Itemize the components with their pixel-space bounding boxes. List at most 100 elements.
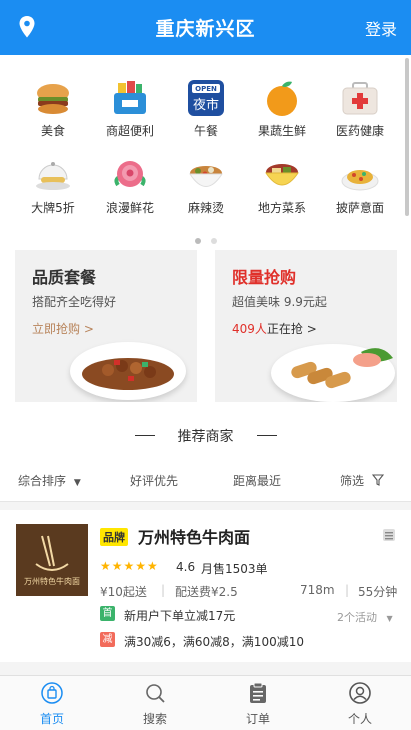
sort-default-dropdown[interactable]: 综合排序 ▼: [18, 472, 81, 489]
category-label: 商超便利: [105, 124, 154, 138]
delivery-time: 55分钟: [358, 585, 398, 599]
city-title[interactable]: 重庆新兴区: [155, 14, 255, 41]
order-list-icon: [250, 682, 266, 703]
medicine-box-icon: [340, 78, 380, 118]
recommend-title: 推荐商家: [177, 429, 234, 445]
min-order: ¥10起送: [100, 585, 147, 599]
new-user-offer: 新用户下单立减17元: [124, 609, 236, 623]
category-pizza-pasta[interactable]: 披萨意面: [325, 155, 395, 216]
category-label: 果蔬生鲜: [257, 124, 306, 138]
tab-search[interactable]: 搜索: [125, 682, 185, 727]
category-fresh[interactable]: 果蔬生鲜: [247, 78, 317, 139]
tab-home[interactable]: 首页: [22, 682, 82, 727]
distance: 718m: [300, 583, 335, 597]
discount-tag: 减: [100, 632, 115, 647]
open-night-market-icon: OPEN 夜市: [186, 78, 226, 118]
category-label: 浪漫鲜花: [105, 201, 154, 215]
page-dot[interactable]: [210, 238, 217, 244]
category-label: 医药健康: [335, 124, 384, 138]
category-grid: 美食 商超便利 OPEN 夜市 午餐 果蔬生鲜 医药健康 大牌5折 浪漫鲜花 麻…: [0, 55, 411, 248]
category-food[interactable]: 美食: [18, 78, 88, 139]
category-medicine[interactable]: 医药健康: [325, 78, 395, 139]
sort-default-label: 综合排序: [18, 474, 67, 488]
dish-cloche-icon: [33, 155, 73, 195]
burger-icon: [33, 78, 73, 118]
grabbing-count: 409人: [232, 322, 267, 336]
tab-profile[interactable]: 个人: [330, 682, 390, 727]
svg-text:夜市: 夜市: [193, 97, 219, 113]
promo-title: 品质套餐: [32, 268, 97, 287]
category-flowers[interactable]: 浪漫鲜花: [95, 155, 165, 216]
category-local-cuisine[interactable]: 地方菜系: [247, 155, 317, 216]
info-divider: |: [161, 583, 166, 597]
map-pin-icon[interactable]: [18, 15, 36, 39]
meat-skewer-plate-image: [70, 342, 186, 400]
tab-orders[interactable]: 订单: [228, 682, 288, 727]
spicy-bowl-icon: [186, 155, 226, 195]
shop-card[interactable]: 万州特色牛肉面 品牌 万州特色牛肉面 ★★★★★ 4.6 月售1503单 ¥10…: [0, 510, 411, 662]
category-label: 大牌5折: [31, 201, 75, 215]
promo-subtitle: 搭配齐全吃得好: [32, 295, 117, 309]
shop-name[interactable]: 万州特色牛肉面: [138, 524, 250, 548]
filter-button[interactable]: 筛选: [340, 472, 384, 489]
caret-down-icon: ▼: [386, 614, 393, 623]
shop-logo[interactable]: 万州特色牛肉面: [16, 524, 88, 596]
user-icon: [349, 682, 371, 704]
category-supermarket[interactable]: 商超便利: [95, 78, 165, 139]
tab-label: 首页: [39, 712, 64, 726]
orange-icon: [262, 78, 302, 118]
sort-good-rating[interactable]: 好评优先: [130, 472, 178, 489]
top-header: 重庆新兴区 登录: [0, 0, 411, 55]
category-brand-deal[interactable]: 大牌5折: [18, 155, 88, 216]
bottom-tab-bar: 首页 搜索 订单 个人: [0, 675, 411, 730]
grabbing-label: 正在抢 >: [266, 322, 317, 336]
activities-count: 2个活动: [337, 611, 377, 624]
activities-toggle[interactable]: 2个活动 ▼: [337, 609, 393, 625]
page-dot-active[interactable]: [194, 238, 201, 244]
tab-label: 搜索: [142, 712, 167, 726]
flash-sale-card[interactable]: 限量抢购 超值美味 9.9元起 409人正在抢 >: [215, 250, 397, 402]
svg-text:OPEN: OPEN: [195, 85, 217, 93]
shop-more-icon[interactable]: [382, 528, 396, 542]
sort-nearest[interactable]: 距离最近: [233, 472, 281, 489]
buy-now-link[interactable]: 立即抢购 >: [32, 320, 94, 337]
tab-label: 订单: [245, 712, 270, 726]
promo-title: 限量抢购: [232, 268, 297, 287]
category-lunch[interactable]: OPEN 夜市 午餐: [171, 78, 241, 139]
divider-line: [257, 435, 277, 436]
sort-bar: 综合排序 ▼ 好评优先 距离最近 筛选: [0, 466, 411, 502]
category-label: 麻辣烫: [187, 201, 224, 215]
filter-funnel-icon: [371, 474, 384, 486]
recommend-header: 推荐商家: [0, 406, 411, 466]
category-label: 美食: [40, 124, 65, 138]
rating-value: 4.6: [176, 560, 196, 574]
spring-roll-plate-image: [271, 344, 395, 402]
brand-badge: 品牌: [100, 528, 128, 546]
rating-stars: ★★★★★: [100, 559, 159, 573]
category-label: 地方菜系: [257, 201, 306, 215]
page-indicator: [0, 229, 411, 248]
search-icon: [146, 684, 165, 703]
category-label: 午餐: [193, 124, 218, 138]
rose-icon: [110, 155, 150, 195]
new-user-tag: 首: [100, 606, 115, 621]
home-bag-icon: [41, 682, 63, 704]
category-label: 披萨意面: [335, 201, 384, 215]
filter-label: 筛选: [340, 474, 365, 488]
promo-subtitle: 超值美味 9.9元起: [232, 295, 327, 309]
caret-down-icon: ▼: [73, 478, 81, 488]
pasta-icon: [340, 155, 380, 195]
noodle-chopsticks-icon: 万州特色牛肉面: [24, 535, 80, 586]
info-divider: |: [345, 583, 350, 597]
category-malatang[interactable]: 麻辣烫: [171, 155, 241, 216]
shopping-basket-icon: [110, 78, 150, 118]
shop-logo-text: 万州特色牛肉面: [24, 576, 80, 586]
quality-meal-card[interactable]: 品质套餐 搭配齐全吃得好 立即抢购 >: [15, 250, 197, 402]
tab-label: 个人: [347, 712, 372, 726]
discount-offer: 满30减6，满60减8，满100减10: [124, 635, 304, 649]
login-button[interactable]: 登录: [365, 16, 397, 40]
delivery-fee: 配送费¥2.5: [175, 585, 238, 599]
scrollbar[interactable]: [405, 58, 409, 216]
grabbing-link[interactable]: 409人正在抢 >: [232, 320, 317, 337]
monthly-sales: 月售1503单: [201, 562, 268, 576]
